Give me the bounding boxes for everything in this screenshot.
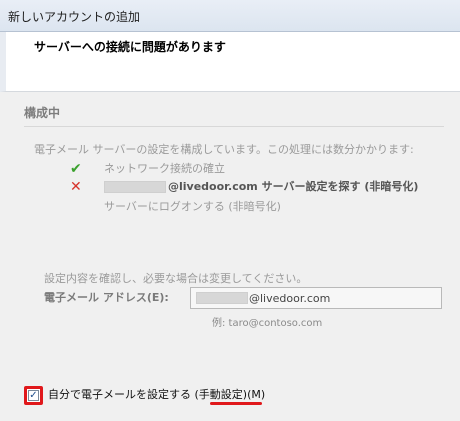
- window-title: 新しいアカウントの追加: [8, 10, 141, 24]
- step-label: サーバーにログオンする (非暗号化): [104, 200, 281, 213]
- emphasis-underline: [210, 402, 262, 405]
- redacted-email: [104, 181, 166, 193]
- window-titlebar: 新しいアカウントの追加: [0, 0, 460, 32]
- confirm-text: 設定内容を確認し、必要な場合は変更してください。: [44, 272, 308, 285]
- checkmark-icon: ✔: [70, 161, 82, 177]
- section-description: 電子メール サーバーの設定を構成しています。この処理には数分かかります:: [34, 143, 414, 156]
- email-label: 電子メール アドレス(E):: [44, 291, 169, 304]
- step-label: @livedoor.com サーバー設定を探す (非暗号化): [104, 178, 418, 196]
- manual-setup-highlight: ✓: [24, 386, 43, 405]
- email-domain: @livedoor.com: [249, 292, 331, 305]
- step-label: ネットワーク接続の確立: [104, 162, 225, 175]
- step-text: サーバー設定を探す (非暗号化): [261, 180, 419, 193]
- section-divider: [24, 126, 444, 127]
- email-domain: @livedoor.com: [168, 180, 258, 193]
- cross-icon: ✕: [70, 179, 82, 195]
- email-example: 例: taro@contoso.com: [212, 318, 323, 329]
- dialog-content: 構成中 電子メール サーバーの設定を構成しています。この処理には数分かかります:…: [0, 92, 460, 421]
- manual-setup-emphasis: 手動設定: [198, 388, 243, 401]
- email-field[interactable]: @livedoor.com: [190, 287, 442, 309]
- error-heading: サーバーへの接続に問題があります: [34, 40, 226, 54]
- manual-setup-checkbox[interactable]: ✓: [28, 390, 39, 401]
- section-title: 構成中: [24, 106, 61, 120]
- dialog-header: サーバーへの接続に問題があります: [0, 32, 460, 92]
- redacted-email: [196, 292, 248, 304]
